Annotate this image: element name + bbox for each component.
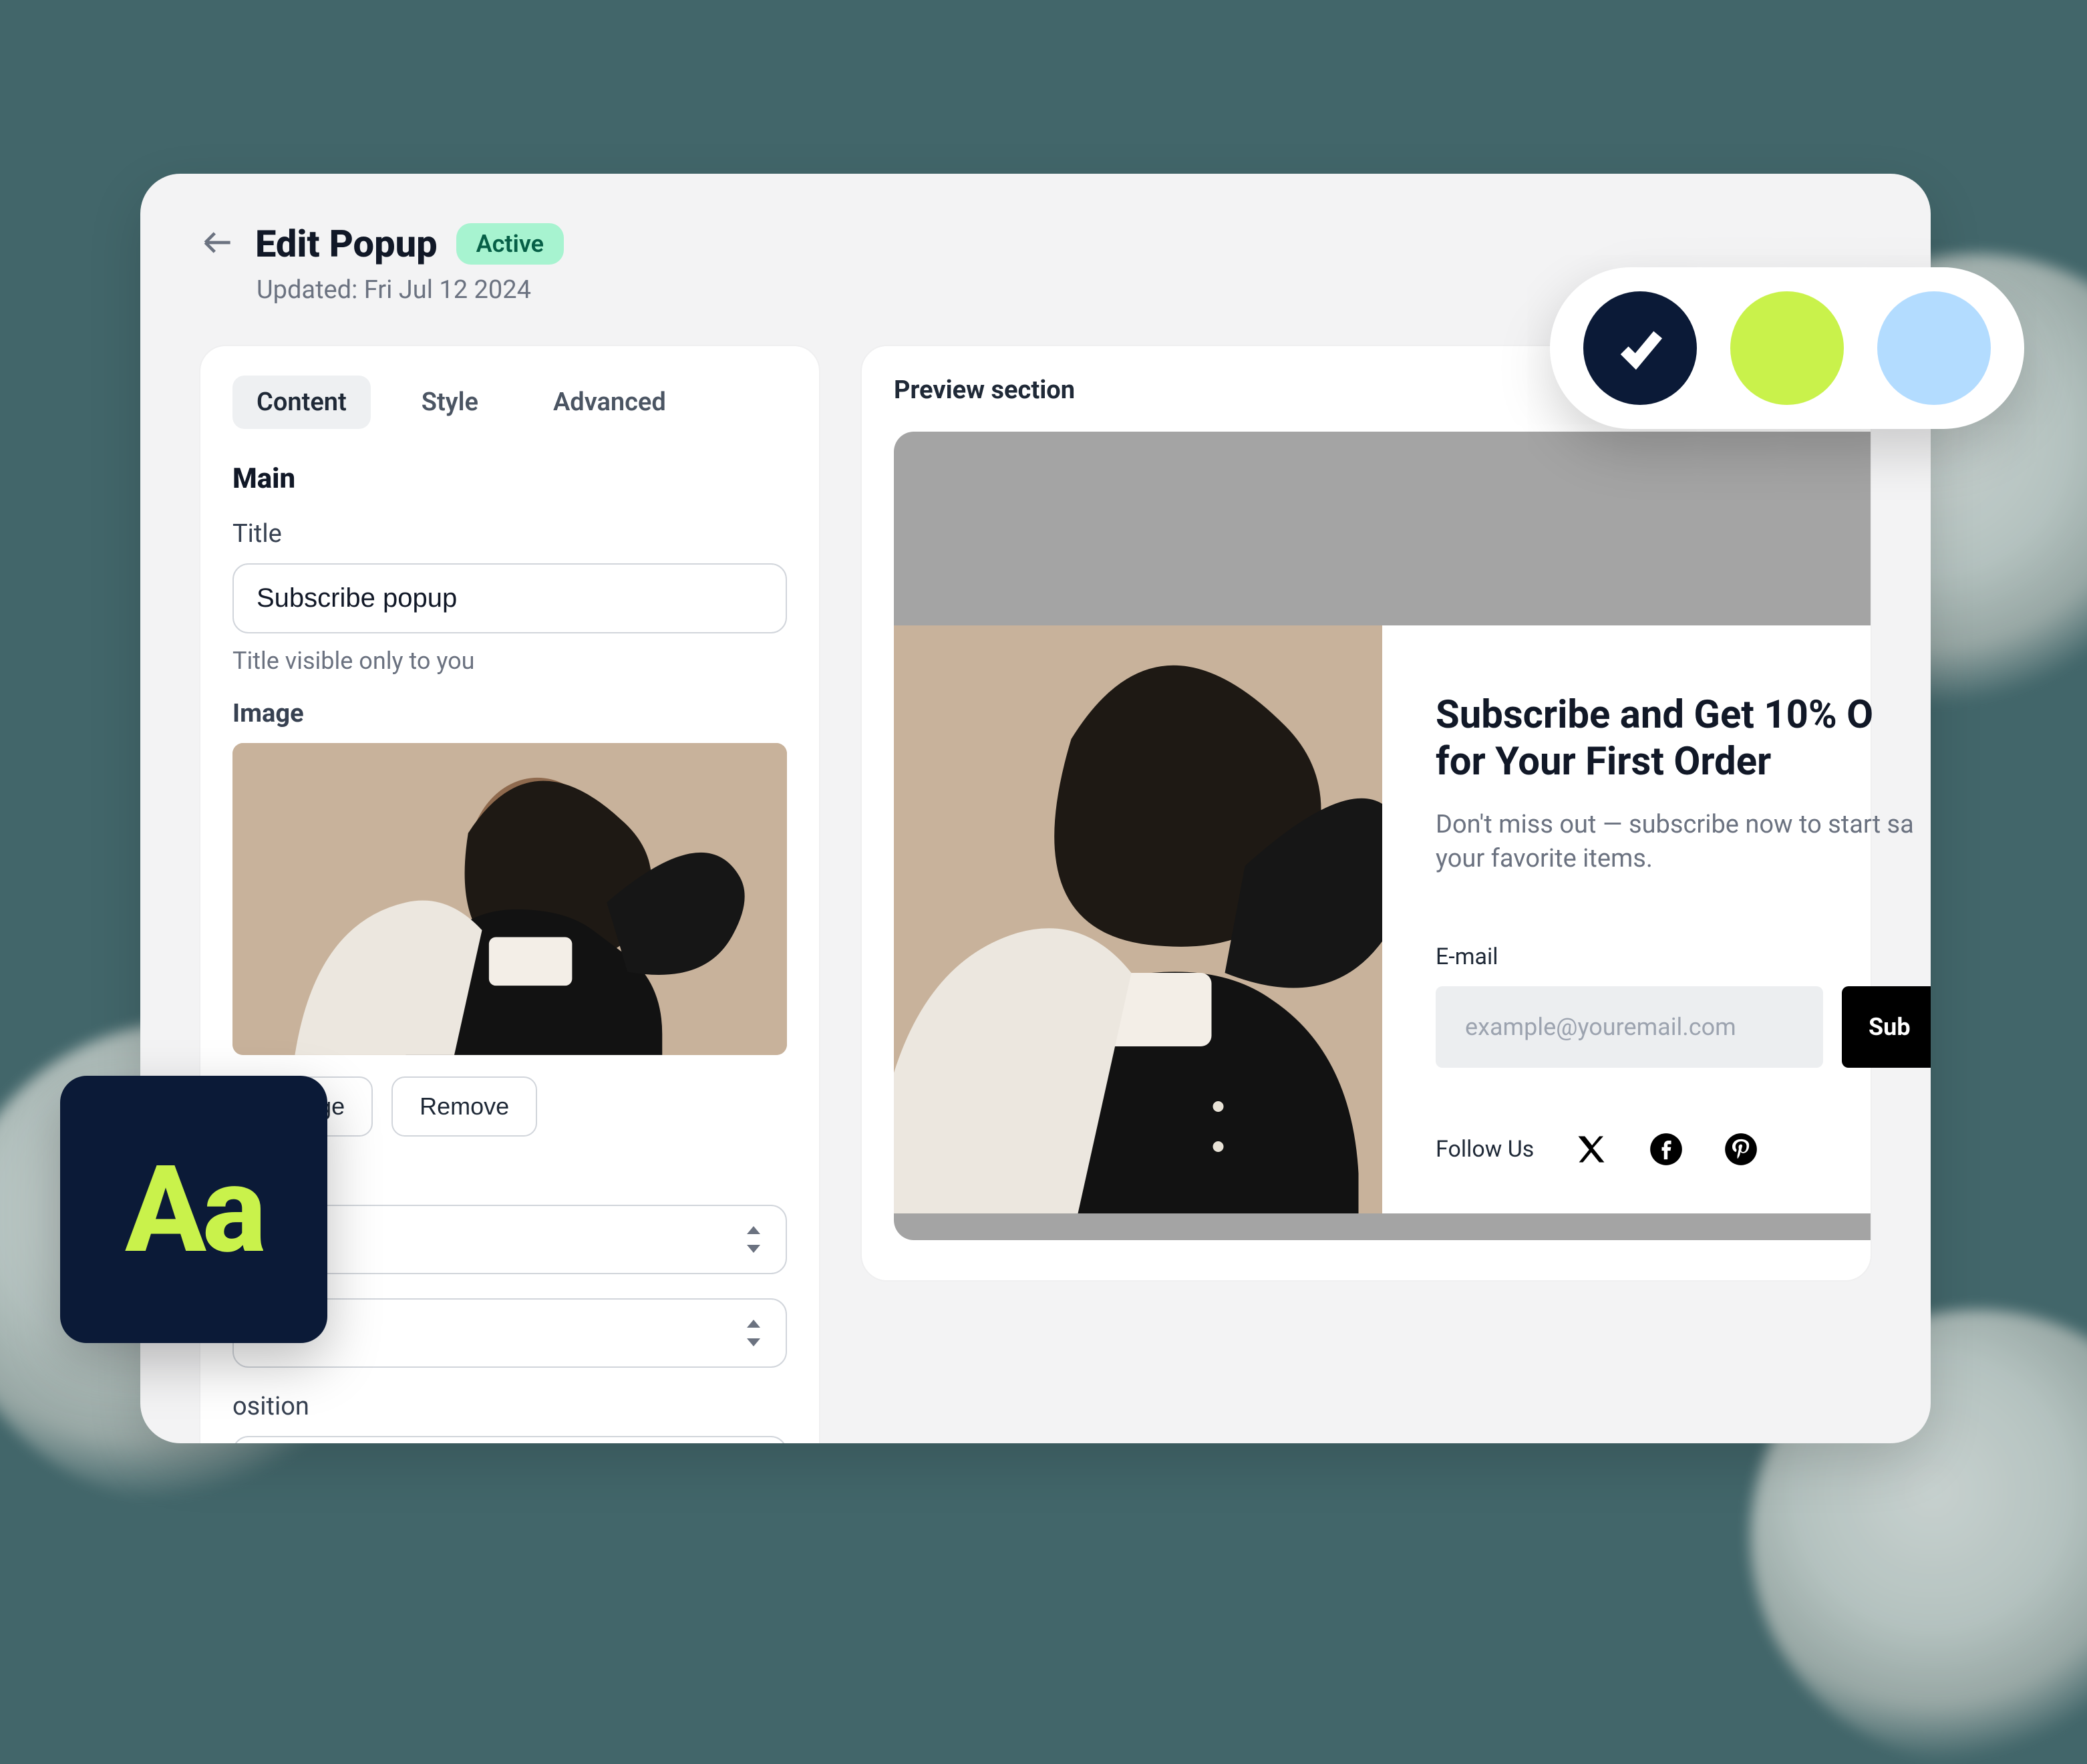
subscribe-button[interactable]: Sub xyxy=(1842,986,1931,1068)
position-label-partial: osition xyxy=(232,1392,787,1421)
title-input[interactable] xyxy=(232,563,787,633)
back-arrow-icon[interactable] xyxy=(199,224,236,264)
follow-us-label: Follow Us xyxy=(1436,1136,1534,1163)
page-title: Edit Popup xyxy=(255,222,438,266)
stepper-icon xyxy=(744,1225,763,1254)
popup-subheading: Don't miss out — subscribe now to start … xyxy=(1436,808,1931,877)
preview-stage: Subscribe and Get 10% O for Your First O… xyxy=(894,432,1871,1240)
image-thumbnail[interactable] xyxy=(232,743,787,1055)
title-help: Title visible only to you xyxy=(232,647,787,675)
tabs: Content Style Advanced xyxy=(232,376,787,429)
color-swatch-3[interactable] xyxy=(1877,291,1991,405)
tab-style[interactable]: Style xyxy=(397,376,502,429)
popup-image xyxy=(894,625,1382,1213)
status-badge: Active xyxy=(456,223,564,265)
x-icon[interactable] xyxy=(1574,1132,1609,1167)
preview-panel: Preview section xyxy=(860,345,1872,1282)
popup-sub-line1: Don't miss out — subscribe now to start … xyxy=(1436,810,1914,839)
facebook-icon[interactable] xyxy=(1649,1132,1683,1167)
popup-heading-line2: for Your First Order xyxy=(1436,739,1771,784)
title-label: Title xyxy=(232,519,787,549)
position-select[interactable]: Left xyxy=(232,1436,787,1443)
color-palette xyxy=(1550,267,2024,429)
email-label: E-mail xyxy=(1436,943,1931,970)
popup-heading: Subscribe and Get 10% O for Your First O… xyxy=(1436,692,1931,785)
remove-image-button[interactable]: Remove xyxy=(391,1076,537,1137)
tab-advanced[interactable]: Advanced xyxy=(529,376,690,429)
check-icon xyxy=(1613,321,1667,375)
section-main-heading: Main xyxy=(232,462,787,495)
stepper-icon xyxy=(744,1318,763,1348)
popup-sub-line2: your favorite items. xyxy=(1436,844,1653,873)
tab-content[interactable]: Content xyxy=(232,376,371,429)
typography-tile[interactable]: Aa xyxy=(60,1076,327,1343)
typography-tile-label: Aa xyxy=(125,1139,263,1280)
popup-heading-line1: Subscribe and Get 10% O xyxy=(1436,692,1873,738)
color-swatch-1[interactable] xyxy=(1583,291,1697,405)
popup-content: Subscribe and Get 10% O for Your First O… xyxy=(1382,625,1931,1213)
popup-preview: Subscribe and Get 10% O for Your First O… xyxy=(894,625,1871,1213)
color-swatch-2[interactable] xyxy=(1730,291,1844,405)
pinterest-icon[interactable] xyxy=(1724,1132,1758,1167)
email-input[interactable]: example@youremail.com xyxy=(1436,986,1823,1068)
image-label: Image xyxy=(232,699,787,728)
